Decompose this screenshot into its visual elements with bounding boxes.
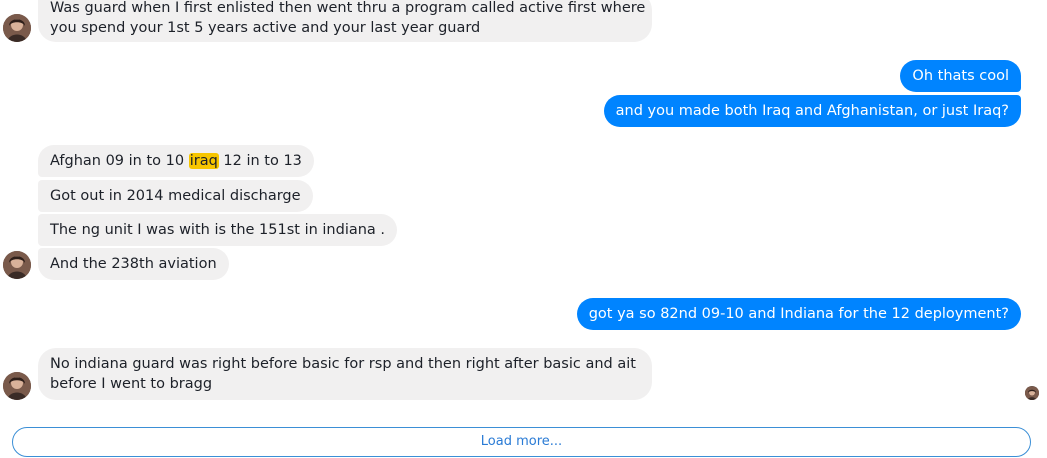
search-highlight: iraq: [188, 153, 219, 169]
message-outgoing[interactable]: Oh thats cool: [900, 60, 1021, 92]
load-more-button[interactable]: Load more...: [12, 427, 1031, 457]
message-incoming[interactable]: The ng unit I was with is the 151st in i…: [38, 214, 398, 246]
message-text: got ya so 82nd 09-10 and Indiana for the…: [588, 306, 1009, 322]
message-text: you spend your 1st 5 years active and yo…: [50, 20, 481, 36]
message-text: and you made both Iraq and Afghanistan, …: [615, 103, 1009, 119]
message-text: Got out in 2014 medical discharge: [50, 188, 301, 204]
message-outgoing[interactable]: got ya so 82nd 09-10 and Indiana for the…: [576, 298, 1021, 330]
message-incoming[interactable]: No indiana guard was right before basic …: [38, 348, 652, 400]
message-text: Oh thats cool: [912, 68, 1009, 84]
message-text: The ng unit I was with is the 151st in i…: [50, 222, 386, 238]
load-more-label: Load more...: [480, 434, 563, 449]
message-incoming[interactable]: Afghan 09 in to 10 iraq 12 in to 13: [38, 145, 314, 177]
contact-avatar[interactable]: [3, 251, 31, 279]
message-text: Was guard when I first enlisted then wen…: [50, 0, 646, 16]
message-incoming[interactable]: And the 238th aviation: [38, 248, 229, 280]
message-text: No indiana guard was right before basic …: [50, 356, 636, 372]
contact-avatar[interactable]: [3, 14, 31, 42]
read-receipt-avatar: [1025, 386, 1039, 400]
message-text: And the 238th aviation: [50, 256, 217, 272]
message-text: before I went to bragg: [50, 376, 213, 392]
message-outgoing[interactable]: and you made both Iraq and Afghanistan, …: [603, 95, 1021, 127]
message-incoming[interactable]: Was guard when I first enlisted then wen…: [38, 0, 652, 42]
message-text: 12 in to 13: [218, 153, 302, 169]
chat-conversation: Was guard when I first enlisted then wen…: [0, 0, 1047, 458]
message-text: Afghan 09 in to 10: [50, 153, 189, 169]
message-incoming[interactable]: Got out in 2014 medical discharge: [38, 180, 313, 212]
contact-avatar[interactable]: [3, 372, 31, 400]
